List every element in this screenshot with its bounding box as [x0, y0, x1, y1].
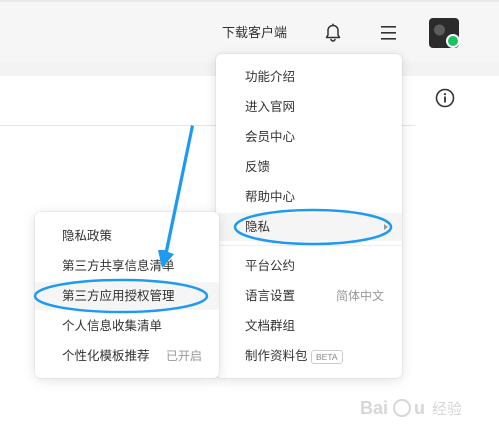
menu-item-language[interactable]: 语言设置 简体中文	[216, 282, 402, 310]
menu-item-platform-convention[interactable]: 平台公约	[216, 252, 402, 280]
personalized-template-status: 已开启	[165, 349, 202, 363]
info-icon[interactable]	[434, 87, 456, 109]
hamburger-menu-icon[interactable]	[379, 24, 399, 42]
menu-item-make-package[interactable]: 制作资料包 BETA	[216, 342, 402, 370]
menu-item-privacy[interactable]: 隐私	[216, 213, 402, 241]
svg-text:经验: 经验	[432, 400, 462, 418]
svg-text:u: u	[414, 398, 425, 418]
privacy-submenu: 隐私政策 第三方共享信息清单 第三方应用授权管理 个人信息收集清单 个性化模板推…	[35, 212, 219, 378]
menu-item-feedback[interactable]: 反馈	[216, 153, 402, 181]
chevron-right-icon	[384, 224, 388, 230]
download-client-link[interactable]: 下载客户端	[222, 24, 287, 42]
bell-icon[interactable]	[322, 22, 344, 44]
menu-item-doc-groups[interactable]: 文档群组	[216, 312, 402, 340]
submenu-item-personal-info-list[interactable]: 个人信息收集清单	[35, 312, 219, 340]
menu-item-official-site[interactable]: 进入官网	[216, 93, 402, 121]
submenu-item-privacy-policy[interactable]: 隐私政策	[35, 222, 219, 250]
main-dropdown-menu: 功能介绍 进入官网 会员中心 反馈 帮助中心 隐私 平台公约 语言设置 简体中文…	[216, 54, 402, 378]
menu-separator	[216, 245, 402, 246]
menu-item-features[interactable]: 功能介绍	[216, 63, 402, 91]
wechat-badge-icon	[446, 34, 460, 48]
submenu-item-third-party-shared-info[interactable]: 第三方共享信息清单	[35, 252, 219, 280]
menu-item-member-center[interactable]: 会员中心	[216, 123, 402, 151]
menu-item-help-center[interactable]: 帮助中心	[216, 183, 402, 211]
submenu-item-third-party-app-auth[interactable]: 第三方应用授权管理	[35, 282, 219, 310]
beta-badge: BETA	[311, 350, 343, 364]
baidu-jingyan-watermark: Bai u 经验	[360, 398, 462, 418]
language-value: 简体中文	[335, 289, 384, 303]
submenu-item-personalized-template[interactable]: 个性化模板推荐 已开启	[35, 342, 219, 370]
svg-text:Bai: Bai	[360, 398, 388, 418]
